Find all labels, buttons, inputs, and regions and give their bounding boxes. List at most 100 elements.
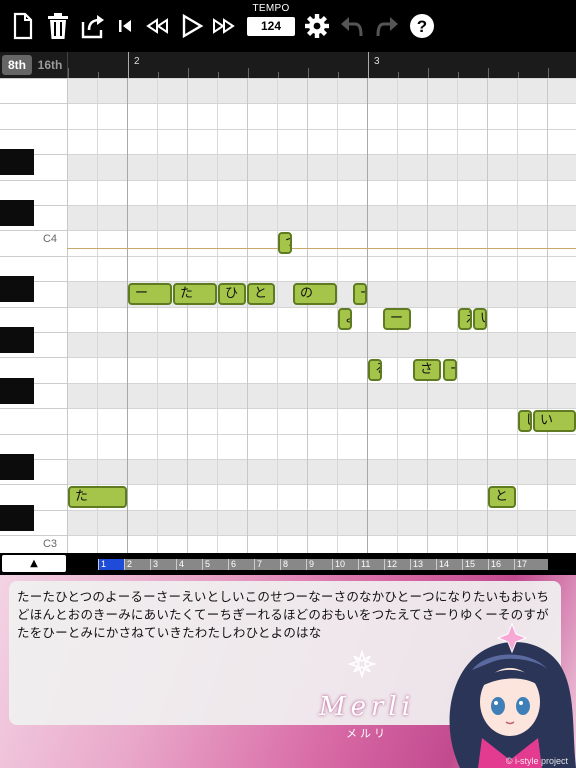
- skip-to-start-icon[interactable]: [115, 12, 135, 40]
- trash-icon[interactable]: [45, 12, 71, 40]
- rewind-icon[interactable]: [143, 12, 171, 40]
- note-block[interactable]: ー: [383, 308, 411, 331]
- note-block[interactable]: と: [247, 282, 275, 305]
- bar-number: 2: [134, 56, 140, 67]
- redo-icon[interactable]: [374, 12, 400, 40]
- measure-cell[interactable]: 2: [124, 559, 150, 570]
- key-divider: [0, 408, 67, 410]
- ruler-tick: [68, 68, 69, 78]
- black-key[interactable]: [0, 149, 34, 176]
- ruler-tick: [488, 68, 489, 78]
- measure-cell[interactable]: 5: [202, 559, 228, 570]
- black-key[interactable]: [0, 454, 34, 480]
- row-line: [67, 255, 576, 257]
- tempo-input[interactable]: 124: [247, 17, 295, 36]
- key-divider: [0, 535, 67, 537]
- fast-forward-icon[interactable]: [210, 12, 238, 40]
- row-stripe: [67, 509, 576, 536]
- key-divider: [0, 230, 67, 232]
- character-illustration: [449, 622, 576, 768]
- scroll-up-button[interactable]: ▲: [2, 555, 66, 572]
- share-icon[interactable]: [80, 12, 106, 40]
- row-line: [67, 509, 576, 511]
- note-block[interactable]: ひ: [218, 282, 246, 305]
- help-icon[interactable]: ?: [408, 12, 436, 40]
- measure-cell[interactable]: 15: [462, 559, 488, 570]
- note-block[interactable]: さ: [413, 358, 441, 381]
- row-stripe: [67, 382, 576, 409]
- black-key[interactable]: [0, 377, 34, 404]
- grid-line: [307, 78, 308, 553]
- note-block[interactable]: た: [173, 282, 217, 305]
- measure-cell[interactable]: 4: [176, 559, 202, 570]
- note-block[interactable]: し: [518, 409, 532, 432]
- note-block[interactable]: え: [458, 308, 472, 331]
- measure-cell[interactable]: 8: [280, 559, 306, 570]
- key-divider: [0, 103, 67, 105]
- row-line: [67, 535, 576, 537]
- note-block[interactable]: い: [473, 308, 487, 331]
- grid-line: [187, 78, 188, 553]
- row-stripe: [67, 332, 576, 358]
- measure-cell[interactable]: 14: [436, 559, 462, 570]
- merli-logo: Merli メルリ: [312, 688, 422, 746]
- black-key[interactable]: [0, 504, 34, 531]
- svg-text:?: ?: [417, 17, 427, 36]
- grid-16th-button[interactable]: 16th: [34, 55, 66, 75]
- row-stripe: [67, 78, 576, 104]
- measure-cell[interactable]: 10: [332, 559, 358, 570]
- note-block[interactable]: よ: [338, 308, 352, 331]
- measure-cell[interactable]: 3: [150, 559, 176, 570]
- black-key[interactable]: [0, 200, 34, 226]
- black-key[interactable]: [0, 276, 34, 303]
- row-line: [67, 459, 576, 460]
- measure-cell[interactable]: 1: [98, 559, 124, 570]
- piano-keyboard[interactable]: C4 C3: [0, 78, 67, 553]
- note-block[interactable]: い: [533, 409, 576, 432]
- measure-cell[interactable]: 17: [514, 559, 540, 570]
- grid-line: [367, 78, 368, 553]
- measure-cell[interactable]: 6: [228, 559, 254, 570]
- ruler-tick: [248, 68, 249, 78]
- row-line: [67, 230, 576, 232]
- ruler-tick: [548, 68, 549, 78]
- measure-cell[interactable]: 12: [384, 559, 410, 570]
- key-label-c3: C3: [42, 538, 57, 550]
- row-line: [67, 357, 576, 359]
- key-divider: [0, 255, 67, 257]
- note-block[interactable]: ー: [128, 282, 172, 305]
- measure-minimap[interactable]: 1 2 3 4 5 6 7 8 9 10 11 12 13 14 15 16 17: [98, 559, 548, 570]
- bar-number: 3: [374, 56, 380, 67]
- note-block[interactable]: つ: [278, 231, 292, 254]
- row-line: [67, 179, 576, 181]
- timeline-ruler[interactable]: 23: [67, 52, 576, 78]
- grid-line: [487, 78, 488, 553]
- new-file-icon[interactable]: [10, 12, 36, 40]
- measure-cell[interactable]: 11: [358, 559, 384, 570]
- measure-cell[interactable]: 7: [254, 559, 280, 570]
- measure-cell[interactable]: 13: [410, 559, 436, 570]
- row-line: [67, 128, 576, 130]
- note-block[interactable]: ー: [353, 282, 367, 305]
- copyright-text: © i-style project: [505, 756, 568, 766]
- measure-cell[interactable]: 16: [488, 559, 514, 570]
- note-block[interactable]: ー: [443, 358, 457, 381]
- gear-icon[interactable]: [304, 12, 330, 40]
- note-block[interactable]: の: [293, 282, 337, 305]
- measure-navigator: ▲ 1 2 3 4 5 6 7 8 9 10 11 12 13 14 15 16 17: [0, 553, 576, 575]
- grid-line: [247, 78, 248, 553]
- grid-8th-button[interactable]: 8th: [2, 55, 32, 75]
- note-block[interactable]: と: [488, 485, 516, 508]
- grid-line: [67, 78, 68, 553]
- play-icon[interactable]: [180, 12, 204, 40]
- piano-roll-grid[interactable]: ーたひとのーつよーえいるさーしいたと: [67, 78, 576, 553]
- grid-line: [277, 78, 278, 553]
- ruler-tick: [428, 68, 429, 78]
- black-key[interactable]: [0, 327, 34, 353]
- grid-line: [217, 78, 218, 553]
- note-block[interactable]: る: [368, 358, 382, 381]
- note-block[interactable]: た: [68, 485, 127, 508]
- measure-cell[interactable]: 9: [306, 559, 332, 570]
- undo-icon[interactable]: [339, 12, 365, 40]
- bar-line: [368, 52, 369, 78]
